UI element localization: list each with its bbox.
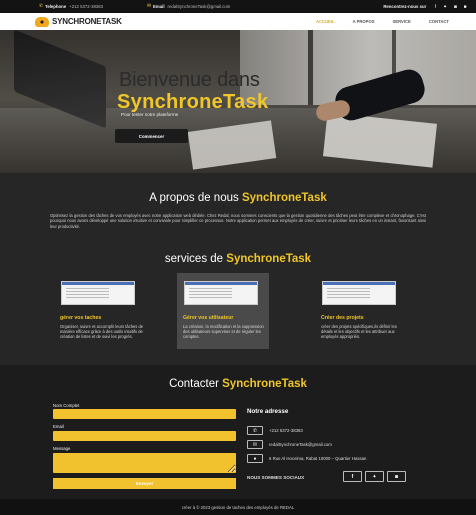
service-card-tasks[interactable]: gérer vos taches Organiser, suivre et ac… bbox=[54, 273, 146, 349]
facebook-icon[interactable]: f bbox=[343, 471, 362, 482]
map-marker-icon: ● bbox=[247, 454, 263, 463]
service-title: Gérer vos utilisateur bbox=[183, 315, 234, 321]
twitter-icon[interactable]: ✦ bbox=[365, 471, 384, 482]
email-value[interactable]: redalSynchroneTask@gmail.com bbox=[168, 4, 231, 9]
email-input[interactable] bbox=[53, 431, 236, 441]
service-screenshot-image bbox=[61, 281, 135, 305]
about-text: Optimisez la gestion des tâches de vos e… bbox=[50, 213, 426, 229]
send-button[interactable]: Envoyer bbox=[53, 478, 236, 489]
service-card-projects[interactable]: Créer des projets créer des projets spéc… bbox=[315, 273, 407, 349]
hero-title: Bienvenue dans bbox=[119, 69, 260, 91]
brand-name[interactable]: SYNCHRONETASK bbox=[52, 17, 122, 26]
service-description: créer des projets spécifiques,ils défini… bbox=[321, 324, 397, 339]
about-title-prefix: A propos de nous bbox=[149, 192, 239, 204]
contact-title-prefix: Contacter bbox=[169, 378, 219, 390]
address-email-row: ✉ redalSynchroneTask@gmail.com bbox=[247, 440, 332, 449]
address-email: redalSynchroneTask@gmail.com bbox=[269, 442, 332, 447]
instagram-icon[interactable]: ◙ bbox=[454, 4, 457, 9]
phone-icon: ✆ bbox=[39, 4, 44, 9]
services-title-prefix: services de bbox=[164, 253, 224, 265]
contact-section: Contacter SynchroneTask Nom Complet Emai… bbox=[0, 365, 476, 499]
hero-section: Bienvenue dans SynchroneTask Pour tester… bbox=[0, 30, 476, 173]
contact-title: Contacter SynchroneTask bbox=[0, 378, 476, 390]
phone-value[interactable]: +212 5372-38383 bbox=[69, 4, 103, 9]
instagram-icon[interactable]: ◙ bbox=[387, 471, 406, 482]
address-location-row: ● 6 Rue Al Hoceima, Rabat 10000 – Quarti… bbox=[247, 454, 366, 463]
top-info-bar: ✆ Telephone +212 5372-38383 ✉ Email reda… bbox=[0, 0, 476, 13]
twitter-icon[interactable]: ✦ bbox=[443, 4, 447, 10]
nav-contact[interactable]: CONTACT bbox=[429, 19, 449, 24]
hero-tagline: Pour tester notre plateforme bbox=[121, 112, 179, 117]
envelope-icon: ✉ bbox=[247, 440, 263, 449]
facebook-icon[interactable]: f bbox=[435, 4, 436, 9]
message-textarea[interactable] bbox=[53, 453, 236, 473]
services-section: services de SynchroneTask gérer vos tach… bbox=[0, 247, 476, 365]
about-title-brand: SynchroneTask bbox=[241, 192, 327, 204]
envelope-icon: ✉ bbox=[147, 4, 152, 9]
nav-links: ACCUEIL A PROPOS SERVICE CONTACT bbox=[298, 19, 449, 24]
footer: créer à © 2023 gestion de taches des emp… bbox=[0, 499, 476, 515]
about-section: A propos de nous SynchroneTask Optimisez… bbox=[0, 173, 476, 247]
service-title: gérer vos taches bbox=[60, 315, 102, 321]
follow-label: Rencontrez-nous sur bbox=[383, 4, 427, 9]
address-location: 6 Rue Al Hoceima, Rabat 10000 – Quartier… bbox=[269, 456, 367, 461]
name-label: Nom Complet bbox=[53, 403, 80, 408]
phone-info: ✆ Telephone +212 5372-38383 bbox=[39, 4, 103, 9]
footer-text: créer à © 2023 gestion de taches des emp… bbox=[181, 504, 295, 510]
phone-icon: ✆ bbox=[247, 426, 263, 435]
service-card-users[interactable]: Gérer vos utilisateur La création, la mo… bbox=[177, 273, 269, 349]
service-title: Créer des projets bbox=[321, 315, 364, 321]
social-label: NOUS SOMMES SOCIAUX bbox=[247, 475, 305, 480]
service-description: Organiser, suivre et accomplir leurs tâc… bbox=[60, 324, 144, 339]
email-label: Email bbox=[53, 424, 64, 429]
linkedin-icon[interactable]: ■ bbox=[464, 4, 467, 9]
contact-title-brand: SynchroneTask bbox=[222, 378, 307, 390]
service-screenshot-image bbox=[322, 281, 396, 305]
navbar: SYNCHRONETASK ACCUEIL A PROPOS SERVICE C… bbox=[0, 13, 476, 30]
start-button[interactable]: Commencer bbox=[115, 129, 188, 143]
about-title: A propos de nous SynchroneTask bbox=[0, 192, 476, 204]
address-title: Notre adresse bbox=[247, 408, 289, 415]
nav-a-propos[interactable]: A PROPOS bbox=[353, 19, 375, 24]
service-screenshot-image bbox=[184, 281, 258, 305]
address-phone-row: ✆ +212 5372-38383 bbox=[247, 426, 303, 435]
service-description: La création, la modification et la suppr… bbox=[183, 324, 264, 339]
email-label: Email bbox=[153, 4, 165, 9]
nav-service[interactable]: SERVICE bbox=[393, 19, 411, 24]
logo-icon[interactable] bbox=[35, 16, 49, 27]
message-label: Message bbox=[53, 446, 71, 451]
nav-accueil[interactable]: ACCUEIL bbox=[316, 19, 335, 24]
address-phone: +212 5372-38383 bbox=[269, 428, 303, 433]
email-info: ✉ Email redalSynchroneTask@gmail.com bbox=[147, 4, 230, 9]
services-title: services de SynchroneTask bbox=[0, 253, 476, 265]
phone-label: Telephone bbox=[45, 4, 67, 9]
services-title-brand: SynchroneTask bbox=[226, 253, 312, 265]
hero-brand: SynchroneTask bbox=[117, 91, 269, 113]
name-input[interactable] bbox=[53, 409, 236, 419]
